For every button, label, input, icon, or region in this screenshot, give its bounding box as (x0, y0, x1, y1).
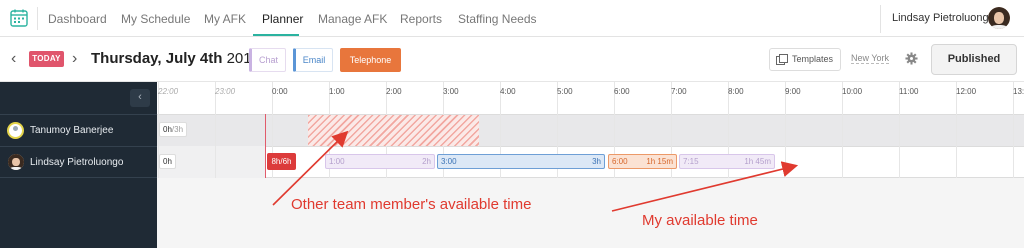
timezone-selector[interactable]: New York (851, 53, 890, 64)
time-tick-label: 5:00 (557, 87, 573, 96)
planner-toolbar: ‹ TODAY › Thursday, July 4th 2019 Chat E… (0, 37, 1024, 82)
employee-name: Lindsay Pietroluongo (30, 157, 124, 168)
templates-label: Templates (792, 54, 834, 64)
time-tick-label: 7:00 (671, 87, 687, 96)
hour-grid-line (899, 82, 900, 178)
hour-grid-line (842, 82, 843, 178)
shift-duration: 2h (422, 157, 431, 166)
hour-grid-line (1013, 82, 1014, 178)
divider (880, 5, 881, 33)
shift-start: 1:00 (329, 157, 345, 166)
shift-telephone[interactable]: 6:00 1h 15m (608, 154, 677, 169)
chevron-right-icon[interactable]: › (72, 50, 77, 68)
avatar (8, 154, 24, 170)
hour-grid-line (215, 82, 216, 178)
time-tick-label: 9:00 (785, 87, 801, 96)
shift-duration: 3h (592, 157, 601, 166)
today-button[interactable]: TODAY (29, 51, 64, 67)
employee-name: Tanumoy Banerjee (30, 125, 114, 136)
shift-start: 6:00 (612, 157, 628, 166)
nav-reports[interactable]: Reports (400, 12, 442, 26)
shift-email[interactable]: 3:00 3h (437, 154, 605, 169)
time-tick-label: 11:00 (899, 87, 919, 96)
employee-row[interactable]: Lindsay Pietroluongo (0, 146, 157, 178)
user-avatar[interactable] (988, 7, 1010, 29)
time-tick-label: 6:00 (614, 87, 630, 96)
app-root: Dashboard My Schedule My AFK Planner Man… (0, 0, 1024, 248)
gear-icon[interactable] (905, 52, 918, 65)
templates-icon (776, 54, 788, 65)
filter-email[interactable]: Email (293, 48, 333, 72)
time-tick-label: 22:00 (158, 87, 179, 96)
date-label: Thursday, July 4th (91, 50, 223, 67)
timeline-grid: 22:00 23:00 0:00 1:00 2:00 3:00 4:00 5:00 6:00 7:… (157, 82, 1024, 248)
other-member-availability (308, 115, 479, 146)
nav-my-afk[interactable]: My AFK (204, 12, 246, 26)
current-time-indicator (265, 114, 266, 178)
filter-telephone[interactable]: Telephone (340, 48, 401, 72)
user-name[interactable]: Lindsay Pietroluongo (892, 12, 995, 24)
filter-chat[interactable]: Chat (249, 48, 286, 72)
employee-row[interactable]: Tanumoy Banerjee (0, 114, 157, 146)
shift-start: 3:00 (441, 157, 457, 166)
time-tick-label: 4:00 (500, 87, 516, 96)
nav-dashboard[interactable]: Dashboard (48, 12, 107, 26)
hours-chip: 0h/3h (159, 122, 188, 137)
time-tick-label: 3:00 (443, 87, 459, 96)
hours-total: /3h (171, 125, 184, 134)
time-tick-label: 2:00 (386, 87, 402, 96)
time-tick-label: 1:00 (329, 87, 345, 96)
time-tick-label: 23:00 (215, 87, 236, 96)
nav-planner[interactable]: Planner (262, 12, 303, 26)
shift-duration: 1h 45m (744, 157, 771, 166)
shift-duration: 1h 15m (646, 157, 673, 166)
hours-chip: 0h (159, 154, 176, 169)
avatar (7, 122, 24, 139)
shift-total-badge[interactable]: 8h/6h (267, 153, 296, 170)
time-tick-label: 12:00 (956, 87, 977, 96)
shift-chat[interactable]: 7:15 1h 45m (679, 154, 775, 169)
time-tick-label: 10:00 (842, 87, 863, 96)
time-tick-label: 8:00 (728, 87, 744, 96)
hour-grid-line (785, 82, 786, 178)
collapse-sidebar-button[interactable]: ‹ (130, 89, 150, 107)
hours-value: 0h (163, 157, 172, 166)
published-button[interactable]: Published (931, 44, 1017, 75)
divider (37, 7, 38, 30)
timeline-row-tanumoy[interactable] (157, 114, 1024, 146)
time-tick-label: 0:00 (272, 87, 288, 96)
shift-start: 7:15 (683, 157, 699, 166)
hour-grid-line (956, 82, 957, 178)
date-title: Thursday, July 4th 2019 (91, 50, 260, 67)
employee-sidebar: ‹ Tanumoy Banerjee Lindsay Pietroluongo (0, 82, 157, 248)
chevron-left-icon: ‹ (138, 91, 142, 103)
shift-chat[interactable]: 1:00 2h (325, 154, 435, 169)
top-navigation: Dashboard My Schedule My AFK Planner Man… (0, 0, 1024, 37)
templates-button[interactable]: Templates (769, 48, 841, 71)
hours-value: 0h (163, 125, 172, 134)
nav-my-schedule[interactable]: My Schedule (121, 12, 190, 26)
chevron-left-icon[interactable]: ‹ (11, 50, 16, 68)
calendar-logo-icon[interactable] (9, 8, 29, 28)
time-tick-label: 13:00 (1013, 87, 1024, 96)
nav-manage-afk[interactable]: Manage AFK (318, 12, 387, 26)
active-tab-indicator (253, 34, 299, 36)
nav-staffing-needs[interactable]: Staffing Needs (458, 12, 537, 26)
